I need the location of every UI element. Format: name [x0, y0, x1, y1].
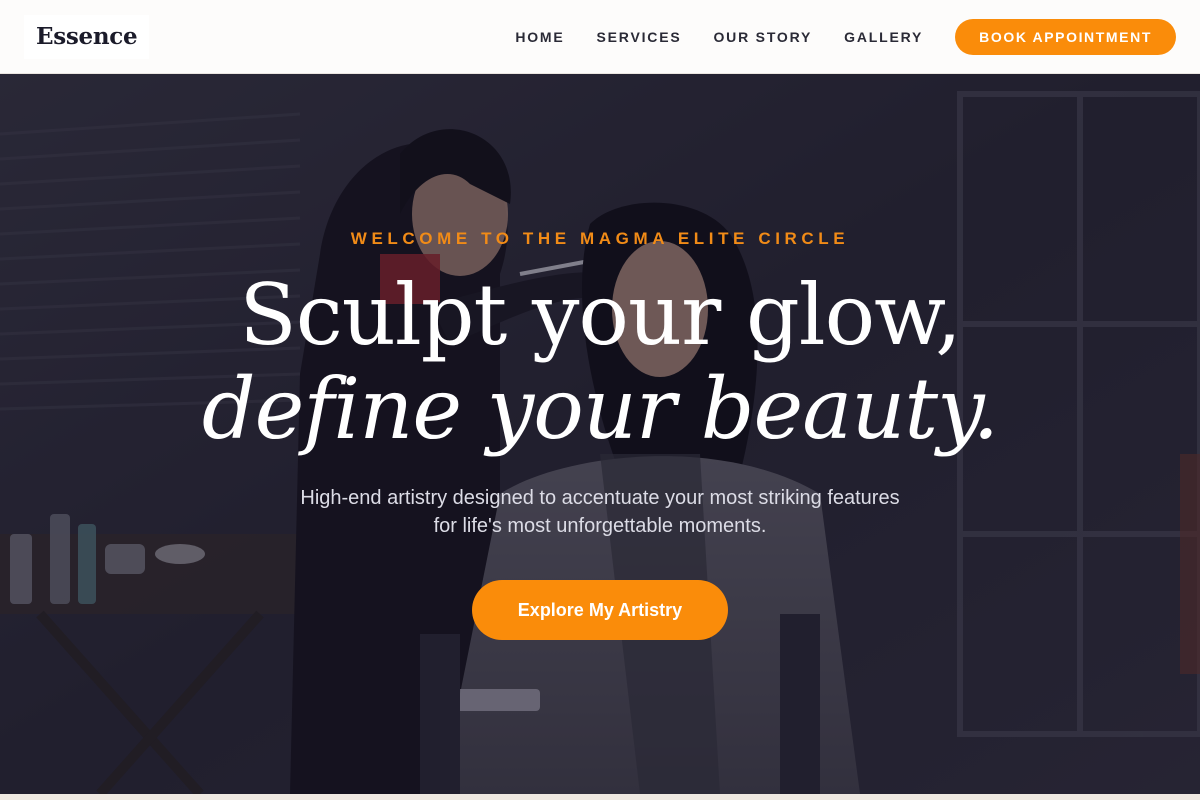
- main-nav: HOME SERVICES OUR STORY GALLERY: [515, 29, 923, 45]
- hero-content: WELCOME TO THE MAGMA ELITE CIRCLE Sculpt…: [0, 74, 1200, 794]
- site-header: Essence HOME SERVICES OUR STORY GALLERY …: [0, 0, 1200, 74]
- book-appointment-button[interactable]: BOOK APPOINTMENT: [955, 18, 1176, 55]
- hero-subtitle: High-end artistry designed to accentuate…: [300, 487, 900, 537]
- page-bottom-edge: [0, 794, 1200, 800]
- nav-link-home[interactable]: HOME: [515, 29, 564, 45]
- explore-artistry-button[interactable]: Explore My Artistry: [472, 580, 728, 640]
- brand-logo[interactable]: Essence: [36, 23, 138, 50]
- logo-box[interactable]: Essence: [24, 14, 150, 59]
- hero-section: WELCOME TO THE MAGMA ELITE CIRCLE Sculpt…: [0, 74, 1200, 794]
- hero-eyebrow: WELCOME TO THE MAGMA ELITE CIRCLE: [350, 229, 850, 248]
- nav-link-gallery[interactable]: GALLERY: [844, 29, 923, 45]
- hero-headline: Sculpt your glow, define your beauty.: [0, 268, 1200, 456]
- hero-headline-line-1: Sculpt your glow,: [239, 266, 962, 364]
- nav-link-our-story[interactable]: OUR STORY: [713, 29, 812, 45]
- nav-link-services[interactable]: SERVICES: [597, 29, 682, 45]
- hero-headline-line-2: define your beauty.: [201, 360, 999, 458]
- nav-right: HOME SERVICES OUR STORY GALLERY BOOK APP…: [515, 18, 1176, 55]
